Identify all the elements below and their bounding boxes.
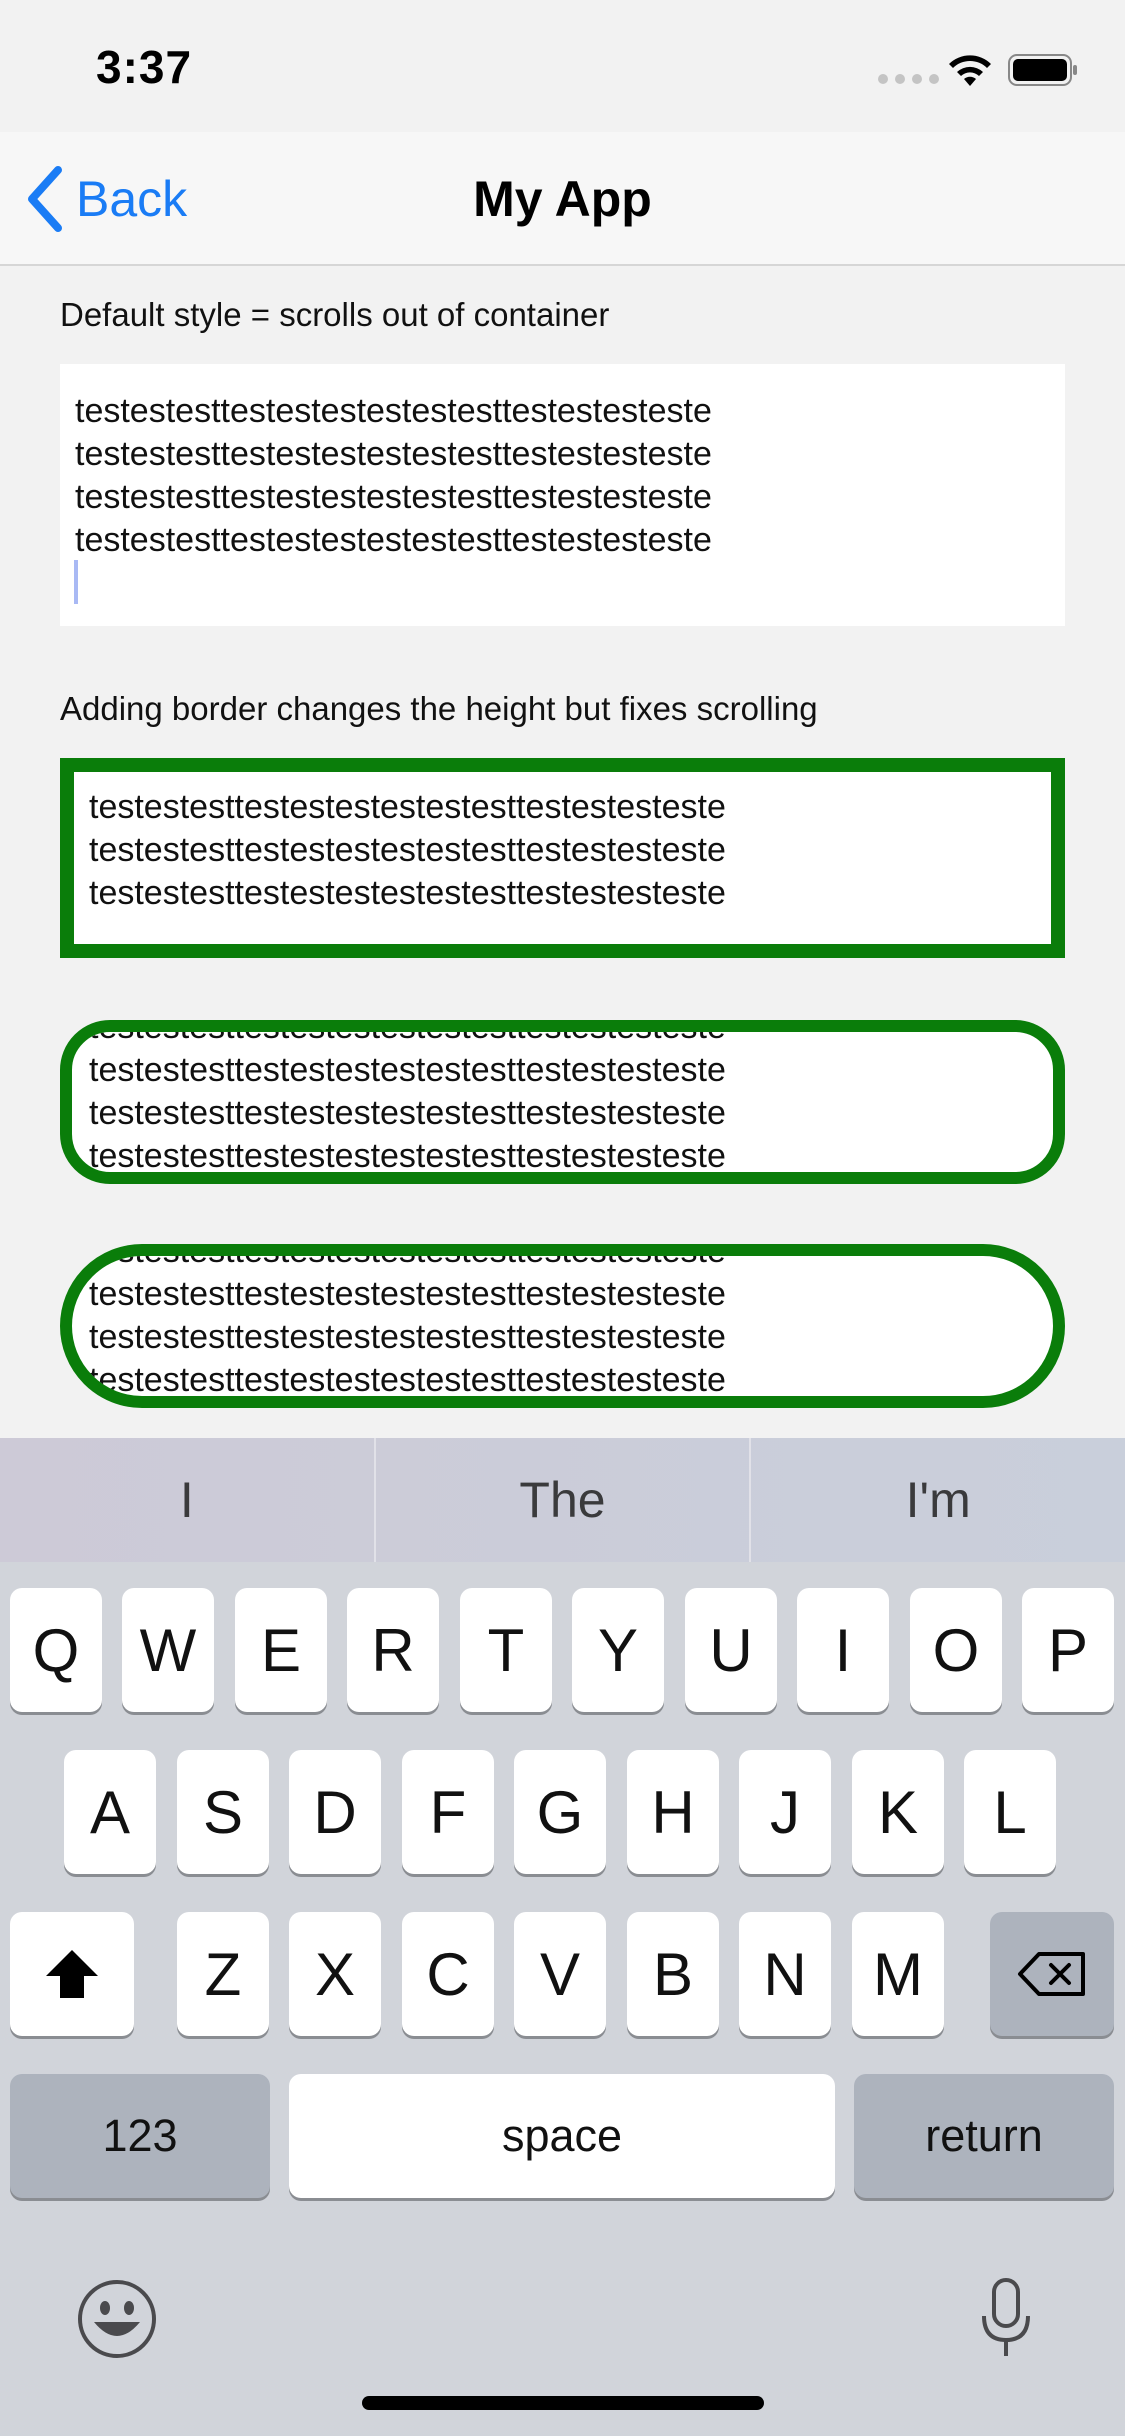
key-d[interactable]: D (289, 1750, 381, 1874)
status-time: 3:37 (96, 41, 193, 93)
border-style-label: Adding border changes the height but fix… (60, 690, 818, 727)
text-view-default[interactable]: testestesttestestestestestesttestesteste… (60, 364, 1065, 626)
text-view-pill-border[interactable]: testestesttestestestestestesttestesteste… (60, 1244, 1065, 1408)
microphone-icon[interactable] (976, 2276, 1036, 2362)
key-z[interactable]: Z (177, 1912, 269, 2036)
key-g[interactable]: G (514, 1750, 606, 1874)
key-k[interactable]: K (852, 1750, 944, 1874)
shift-key[interactable] (10, 1912, 134, 2036)
key-o[interactable]: O (910, 1588, 1002, 1712)
key-e[interactable]: E (235, 1588, 327, 1712)
text-view-border-content: testestesttestestestestestesttestesteste… (89, 788, 726, 912)
text-view-default-content: testestesttestestestestestesttestesteste… (75, 392, 712, 559)
text-view-pill-content: testestesttestestestestestesttestesteste… (89, 1244, 726, 1399)
cellular-signal-icon (878, 74, 939, 84)
key-c[interactable]: C (402, 1912, 494, 2036)
text-view-border[interactable]: testestesttestestestestestesttestesteste… (60, 758, 1065, 958)
key-v[interactable]: V (514, 1912, 606, 2036)
navigation-bar: Back My App (0, 132, 1125, 266)
default-style-label: Default style = scrolls out of container (60, 296, 610, 333)
key-l[interactable]: L (964, 1750, 1056, 1874)
return-key[interactable]: return (854, 2074, 1114, 2198)
key-x[interactable]: X (289, 1912, 381, 2036)
delete-key[interactable] (990, 1912, 1114, 2036)
text-view-rounded-border[interactable]: testestesttestestestestestesttestesteste… (60, 1020, 1065, 1184)
key-b[interactable]: B (627, 1912, 719, 2036)
suggestion-3[interactable]: I'm (751, 1438, 1125, 1562)
shift-icon (46, 1950, 98, 1998)
key-t[interactable]: T (460, 1588, 552, 1712)
keyboard: I The I'm Q W E R T Y U I O P A S D F G … (0, 1438, 1125, 2436)
space-key[interactable]: space (289, 2074, 835, 2198)
emoji-icon[interactable] (76, 2278, 158, 2360)
suggestion-2[interactable]: The (376, 1438, 750, 1562)
key-m[interactable]: M (852, 1912, 944, 2036)
delete-icon (1018, 1952, 1085, 1996)
key-y[interactable]: Y (572, 1588, 664, 1712)
key-r[interactable]: R (347, 1588, 439, 1712)
key-u[interactable]: U (685, 1588, 777, 1712)
text-view-rounded-content: testestesttestestestestestesttestesteste… (89, 1020, 726, 1175)
key-a[interactable]: A (64, 1750, 156, 1874)
battery-icon (1008, 54, 1077, 86)
page-title: My App (473, 171, 652, 227)
wifi-icon (949, 55, 991, 86)
key-h[interactable]: H (627, 1750, 719, 1874)
key-s[interactable]: S (177, 1750, 269, 1874)
key-q[interactable]: Q (10, 1588, 102, 1712)
key-i[interactable]: I (797, 1588, 889, 1712)
status-bar: 3:37 (0, 0, 1125, 132)
key-f[interactable]: F (402, 1750, 494, 1874)
suggestion-1[interactable]: I (0, 1438, 374, 1562)
text-cursor (74, 560, 78, 604)
numbers-key[interactable]: 123 (10, 2074, 270, 2198)
predictive-bar: I The I'm (0, 1438, 1125, 1562)
key-w[interactable]: W (122, 1588, 214, 1712)
key-p[interactable]: P (1022, 1588, 1114, 1712)
home-indicator[interactable] (362, 2396, 764, 2410)
key-n[interactable]: N (739, 1912, 831, 2036)
key-j[interactable]: J (739, 1750, 831, 1874)
